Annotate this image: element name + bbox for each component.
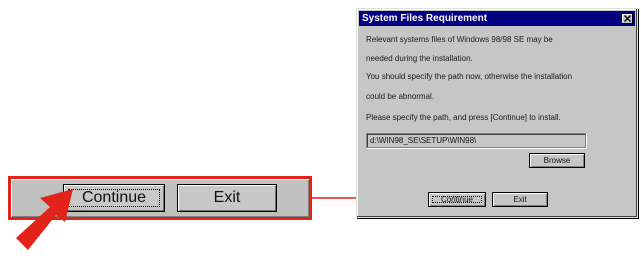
exit-label: Exit — [513, 195, 527, 204]
dialog-message-line-3: You should specify the path now, otherwi… — [366, 72, 573, 81]
dialog-title: System Files Requirement — [362, 13, 488, 24]
exit-button[interactable]: Exit — [492, 192, 548, 207]
dialog-message-line-5: Please specify the path, and press [Cont… — [366, 113, 561, 122]
zoomed-exit-button[interactable]: Exit — [177, 184, 277, 212]
focus-ring — [432, 196, 482, 203]
dialog-message-line-4: could be abnormal. — [366, 92, 435, 101]
zoomed-exit-label: Exit — [213, 189, 241, 206]
browse-label: Browse — [543, 156, 571, 165]
dialog-titlebar[interactable]: System Files Requirement — [359, 11, 635, 26]
close-button[interactable] — [621, 13, 633, 24]
zoomed-continue-button[interactable]: Continue — [63, 184, 165, 212]
close-icon — [623, 15, 631, 22]
dialog-message-line-2: needed during the installation. — [366, 54, 473, 63]
focus-ring — [68, 189, 160, 207]
zoomed-button-strip: Continue Exit — [8, 176, 312, 220]
continue-button[interactable]: Continue — [428, 192, 486, 207]
browse-button[interactable]: Browse — [529, 153, 585, 168]
system-files-dialog: System Files Requirement Relevant system… — [356, 8, 638, 218]
path-input[interactable]: d:\WIN98_SE\SETUP\WIN98\ — [366, 133, 586, 148]
dialog-message-line-1: Relevant systems files of Windows 98/98 … — [366, 35, 553, 44]
